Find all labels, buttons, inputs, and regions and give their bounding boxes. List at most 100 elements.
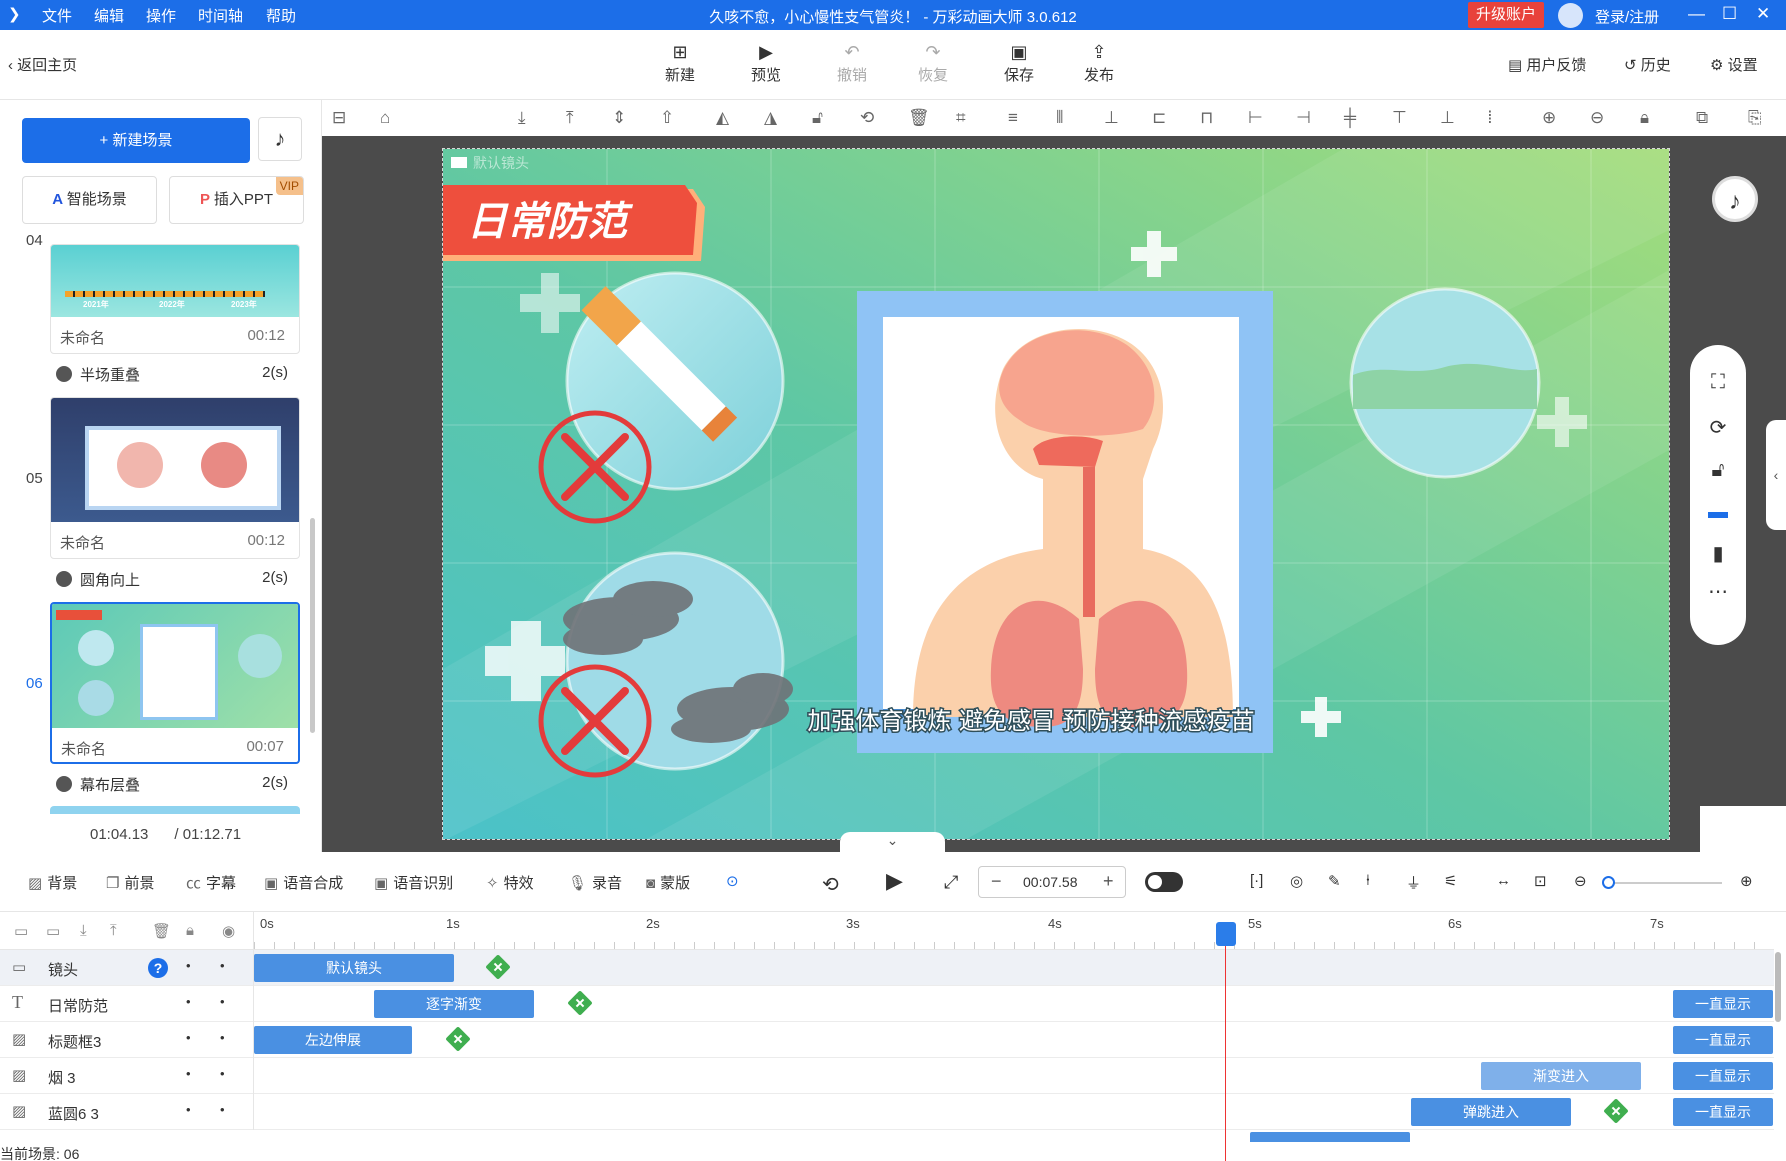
lock-icon[interactable]: 🔒︎ (1640, 108, 1649, 128)
speech-recognition-button[interactable]: ▣ 语音识别 (374, 872, 453, 893)
more-tools-icon[interactable]: ⊙ (726, 872, 739, 890)
equal-height-icon[interactable]: ⊓ (1200, 108, 1213, 128)
move-down-icon[interactable]: ⤓ (80, 922, 87, 939)
dot-icon[interactable]: • (186, 1030, 191, 1045)
align-middle-icon[interactable]: ⇕ (612, 108, 626, 128)
feedback-button[interactable]: ▤ 用户反馈 (1508, 54, 1586, 75)
mask-button[interactable]: ◙ 蒙版 (646, 872, 690, 893)
rotate-view-icon[interactable]: ⟳ (1690, 415, 1746, 440)
copy-icon[interactable]: ⧉ (1696, 108, 1708, 128)
new-folder-icon[interactable]: ▭ (46, 922, 60, 940)
keyframe-add-icon[interactable] (567, 990, 593, 1016)
track-row-blue-circle[interactable]: ▨ 蓝圆6 3 • • 弹跳进入 一直显示 (0, 1094, 1774, 1130)
zoom-out-icon[interactable]: ⊖ (1590, 108, 1604, 128)
time-ruler[interactable]: 0s 1s 2s 3s 4s 5s 6s 7s (254, 912, 1774, 950)
camera-icon[interactable]: ◎ (1290, 872, 1303, 890)
align-up-icon[interactable]: ⇧ (660, 108, 674, 128)
time-value[interactable]: 00:07.58 (1023, 874, 1078, 890)
transition-item[interactable]: 半场重叠 2(s) (56, 364, 296, 385)
timeline-clip[interactable]: 一直显示 (1673, 1098, 1773, 1126)
one-to-one-icon[interactable]: ⊡ (1534, 872, 1547, 890)
record-button[interactable]: 🎙︎ 录音 (568, 872, 622, 893)
dot-icon[interactable]: • (186, 958, 191, 973)
login-button[interactable]: 登录/注册 (1595, 6, 1659, 27)
flip-vertical-icon[interactable]: ◮ (764, 108, 777, 128)
timeline-clip[interactable]: 渐变进入 (1481, 1062, 1641, 1090)
timeline-clip[interactable]: 一直显示 (1673, 990, 1773, 1018)
align-left-icon[interactable]: ⊢ (1248, 108, 1263, 128)
minimize-icon[interactable]: — (1688, 4, 1705, 24)
more-icon[interactable]: ⋯ (1690, 579, 1746, 604)
stage-title[interactable]: 日常防范 (467, 199, 634, 245)
edit-icon[interactable]: ✎ (1328, 872, 1341, 890)
distribute-vertical-icon[interactable]: ⦀ (1056, 108, 1063, 128)
close-icon[interactable]: ✕ (1756, 4, 1770, 24)
desktop-view-icon[interactable]: ▬ (1690, 501, 1746, 524)
chevron-down-icon[interactable]: ⌄ (840, 832, 945, 852)
delete-icon[interactable]: 🗑︎ (152, 922, 171, 940)
dot-icon[interactable]: • (186, 994, 191, 1009)
delete-icon[interactable]: 🗑︎ (908, 108, 930, 128)
dot-icon[interactable]: • (186, 1066, 191, 1081)
distribute-horizontal-icon[interactable]: ≡ (1008, 108, 1018, 128)
track-row-title[interactable]: T 日常防范 • • 逐字渐变 一直显示 (0, 986, 1774, 1022)
time-stepper[interactable]: − 00:07.58 + (978, 866, 1126, 898)
unlock-icon[interactable]: 🔓︎ (812, 108, 823, 128)
timeline-clip[interactable]: 默认镜头 (254, 954, 454, 982)
undo-button[interactable]: ↶ 撤销 (827, 40, 877, 85)
align-bottom-edge-icon[interactable]: ⊥ (1440, 108, 1455, 128)
collapse-panel-icon[interactable]: ‹ (1766, 420, 1786, 530)
track-row-smoke[interactable]: ▨ 烟 3 • • 渐变进入 一直显示 (0, 1058, 1774, 1094)
transition-item[interactable]: 幕布层叠 2(s) (56, 774, 296, 795)
transition-item[interactable]: 圆角向上 2(s) (56, 569, 296, 590)
keyframe-add-icon[interactable] (1603, 1098, 1629, 1124)
home-icon[interactable]: ⌂ (380, 108, 390, 128)
fit-width-icon[interactable]: ↔ (1496, 872, 1511, 889)
settings-button[interactable]: ⚙ 设置 (1710, 54, 1758, 75)
save-button[interactable]: ▣ 保存 (994, 40, 1044, 85)
redo-button[interactable]: ↷ 恢复 (908, 40, 958, 85)
background-button[interactable]: ▨ 背景 (28, 872, 77, 893)
music-icon[interactable]: ♪ (258, 117, 302, 161)
back-home-button[interactable]: ‹ 返回主页 (8, 54, 77, 75)
insert-ppt-button[interactable]: P 插入PPT VIP (169, 176, 304, 224)
fit-screen-icon[interactable]: ⛶ (1690, 371, 1746, 394)
minimap[interactable] (1700, 806, 1786, 852)
smart-scene-button[interactable]: A 智能场景 (22, 176, 157, 224)
effects-button[interactable]: ✧ 特效 (486, 872, 534, 893)
align-center-v-icon[interactable]: ⊥ (1104, 108, 1119, 128)
dot-icon[interactable]: • (220, 1102, 225, 1117)
track-row-camera[interactable]: ▭ 镜头 ? • • 默认镜头 (0, 950, 1774, 986)
upgrade-button[interactable]: 升级账户 (1468, 2, 1544, 28)
minus-icon[interactable]: − (991, 871, 1002, 892)
lock-icon[interactable]: 🔒︎ (186, 922, 194, 939)
plus-icon[interactable]: + (1103, 871, 1114, 892)
scene-card-06[interactable]: 未命名 00:07 (50, 602, 300, 764)
tts-button[interactable]: ▣ 语音合成 (264, 872, 343, 893)
folder-icon[interactable]: ▭ (14, 922, 28, 940)
eye-icon[interactable]: ◉ (222, 922, 235, 940)
history-button[interactable]: ↺ 历史 (1624, 54, 1671, 75)
dot-icon[interactable]: • (220, 958, 225, 973)
align-top-edge-icon[interactable]: ⊤ (1392, 108, 1407, 128)
timeline-clip[interactable]: 左边伸展 (254, 1026, 412, 1054)
fullscreen-icon[interactable]: ⤢ (944, 872, 958, 893)
foreground-button[interactable]: ❐ 前景 (106, 872, 154, 893)
timeline-clip[interactable]: 一直显示 (1673, 1026, 1773, 1054)
timeline-clip[interactable]: 一直显示 (1673, 1062, 1773, 1090)
zoom-slider-handle[interactable] (1602, 876, 1615, 889)
rotate-icon[interactable]: ⟲ (860, 108, 874, 128)
music-float-icon[interactable]: ♪ (1712, 176, 1758, 222)
timeline-clip[interactable]: 弹跳进入 (1411, 1098, 1571, 1126)
stage[interactable]: 默认镜头 日常防范 加强体育锻炼 避免感冒 预防接种流感疫苗 (442, 148, 1670, 840)
timeline-clip-partial[interactable] (1250, 1132, 1410, 1142)
maximize-icon[interactable]: ☐ (1722, 4, 1737, 24)
new-button[interactable]: ⊞ 新建 (655, 40, 705, 85)
scene-card-04[interactable]: 2021年 2022年 2023年 未命名 00:12 (50, 244, 300, 354)
dot-icon[interactable]: • (220, 994, 225, 1009)
avatar-icon[interactable] (1558, 3, 1583, 28)
stage-caption[interactable]: 加强体育锻炼 避免感冒 预防接种流感疫苗 (806, 706, 1256, 737)
crop-icon[interactable]: ⌗ (956, 108, 966, 128)
flip-horizontal-icon[interactable]: ◭ (716, 108, 729, 128)
zoom-out-icon[interactable]: ⊖ (1574, 872, 1587, 890)
